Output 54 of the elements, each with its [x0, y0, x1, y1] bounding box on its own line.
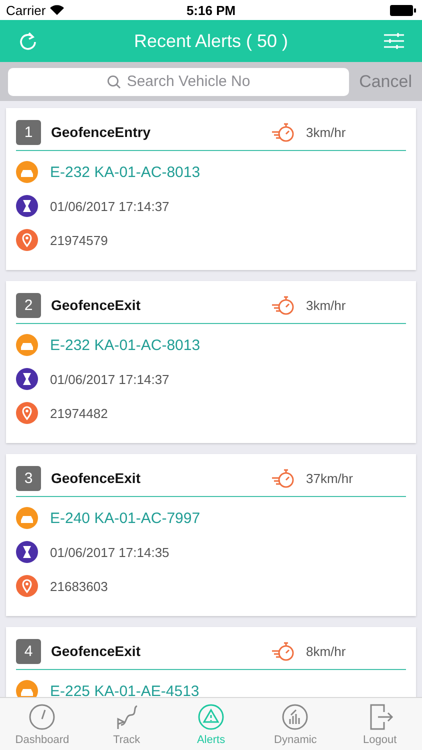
tab-bar-item[interactable]: Dashboard: [0, 698, 84, 750]
alert-number: 4: [16, 638, 41, 664]
carrier-label: Carrier: [6, 2, 46, 18]
warning-icon: [197, 702, 226, 730]
screen-title: Recent Alerts ( 50 ): [134, 30, 288, 52]
location-pin-icon: [16, 229, 38, 251]
location-id: 21683603: [50, 578, 108, 594]
alert-type: GeofenceEntry: [51, 124, 152, 140]
search-icon: [106, 74, 121, 88]
hourglass-icon: [16, 541, 38, 563]
alert-datetime: 01/06/2017 17:14:37: [50, 372, 170, 386]
battery-icon: [390, 4, 416, 16]
tab-bar-item[interactable]: Logout: [338, 698, 422, 750]
clock-time: 5:16 PM: [186, 2, 236, 18]
hourglass-icon: [16, 195, 38, 217]
search-field[interactable]: Search Vehicle No: [8, 68, 350, 96]
location-id: 21974482: [50, 406, 108, 420]
hourglass-icon: [16, 368, 38, 390]
vehicle-number: E-225 KA-01-AE-4513: [50, 682, 200, 697]
alert-datetime: 01/06/2017 17:14:37: [50, 198, 170, 214]
filter-icon[interactable]: [384, 32, 404, 50]
speed-value: 3km/hr: [306, 298, 347, 312]
location-pin-icon: [16, 402, 38, 424]
tab-bar-item[interactable]: Dynamic: [253, 698, 338, 750]
speed-value: 8km/hr: [306, 644, 347, 658]
stopwatch-icon: [270, 467, 296, 489]
alert-datetime: 01/06/2017 17:14:35: [50, 544, 170, 560]
vehicle-number: E-232 KA-01-AC-8013: [50, 336, 200, 354]
stopwatch-icon: [270, 294, 296, 316]
location-pin-icon: [16, 575, 38, 597]
alert-card[interactable]: 3 GeofenceExit 37km/hr E-240 KA-01-AC-7997 01/06/2017 17:14:35 21683603: [6, 454, 416, 616]
alert-number: 1: [16, 120, 41, 144]
stopwatch-icon: [270, 121, 296, 143]
vehicle-number: E-240 KA-01-AC-7997: [50, 510, 200, 526]
speed-value: 3km/hr: [306, 124, 347, 140]
refresh-icon[interactable]: [18, 31, 38, 51]
alert-number: 3: [16, 466, 41, 490]
alert-type: GeofenceExit: [51, 470, 142, 486]
speed-value: 37km/hr: [306, 470, 354, 486]
bar-chart-icon: [281, 702, 310, 730]
tab-bar-item[interactable]: Alerts: [168, 698, 254, 750]
alert-card[interactable]: 1 GeofenceEntry 3km/hr E-232 KA-01-AC-8013 01/06/2017 17:14:37 21974579: [6, 108, 416, 270]
wifi-icon: [50, 5, 64, 15]
stopwatch-icon: [270, 640, 296, 662]
alert-type: GeofenceExit: [51, 643, 142, 659]
location-id: 21974579: [50, 232, 108, 248]
alert-card[interactable]: 4 GeofenceExit 8km/hr E-225 KA-01-AE-4513: [6, 627, 416, 697]
tab-bar-item[interactable]: Track: [84, 698, 169, 750]
vehicle-number: E-232 KA-01-AC-8013: [50, 164, 200, 180]
alert-type: GeofenceExit: [51, 297, 142, 313]
gauge-icon: [28, 702, 56, 730]
cancel-button[interactable]: Cancel: [357, 72, 414, 92]
alert-number: 2: [16, 292, 41, 318]
alert-card[interactable]: 2 GeofenceExit 3km/hr E-232 KA-01-AC-8013 01/06/2017 17:14:37 21974482: [6, 281, 416, 443]
